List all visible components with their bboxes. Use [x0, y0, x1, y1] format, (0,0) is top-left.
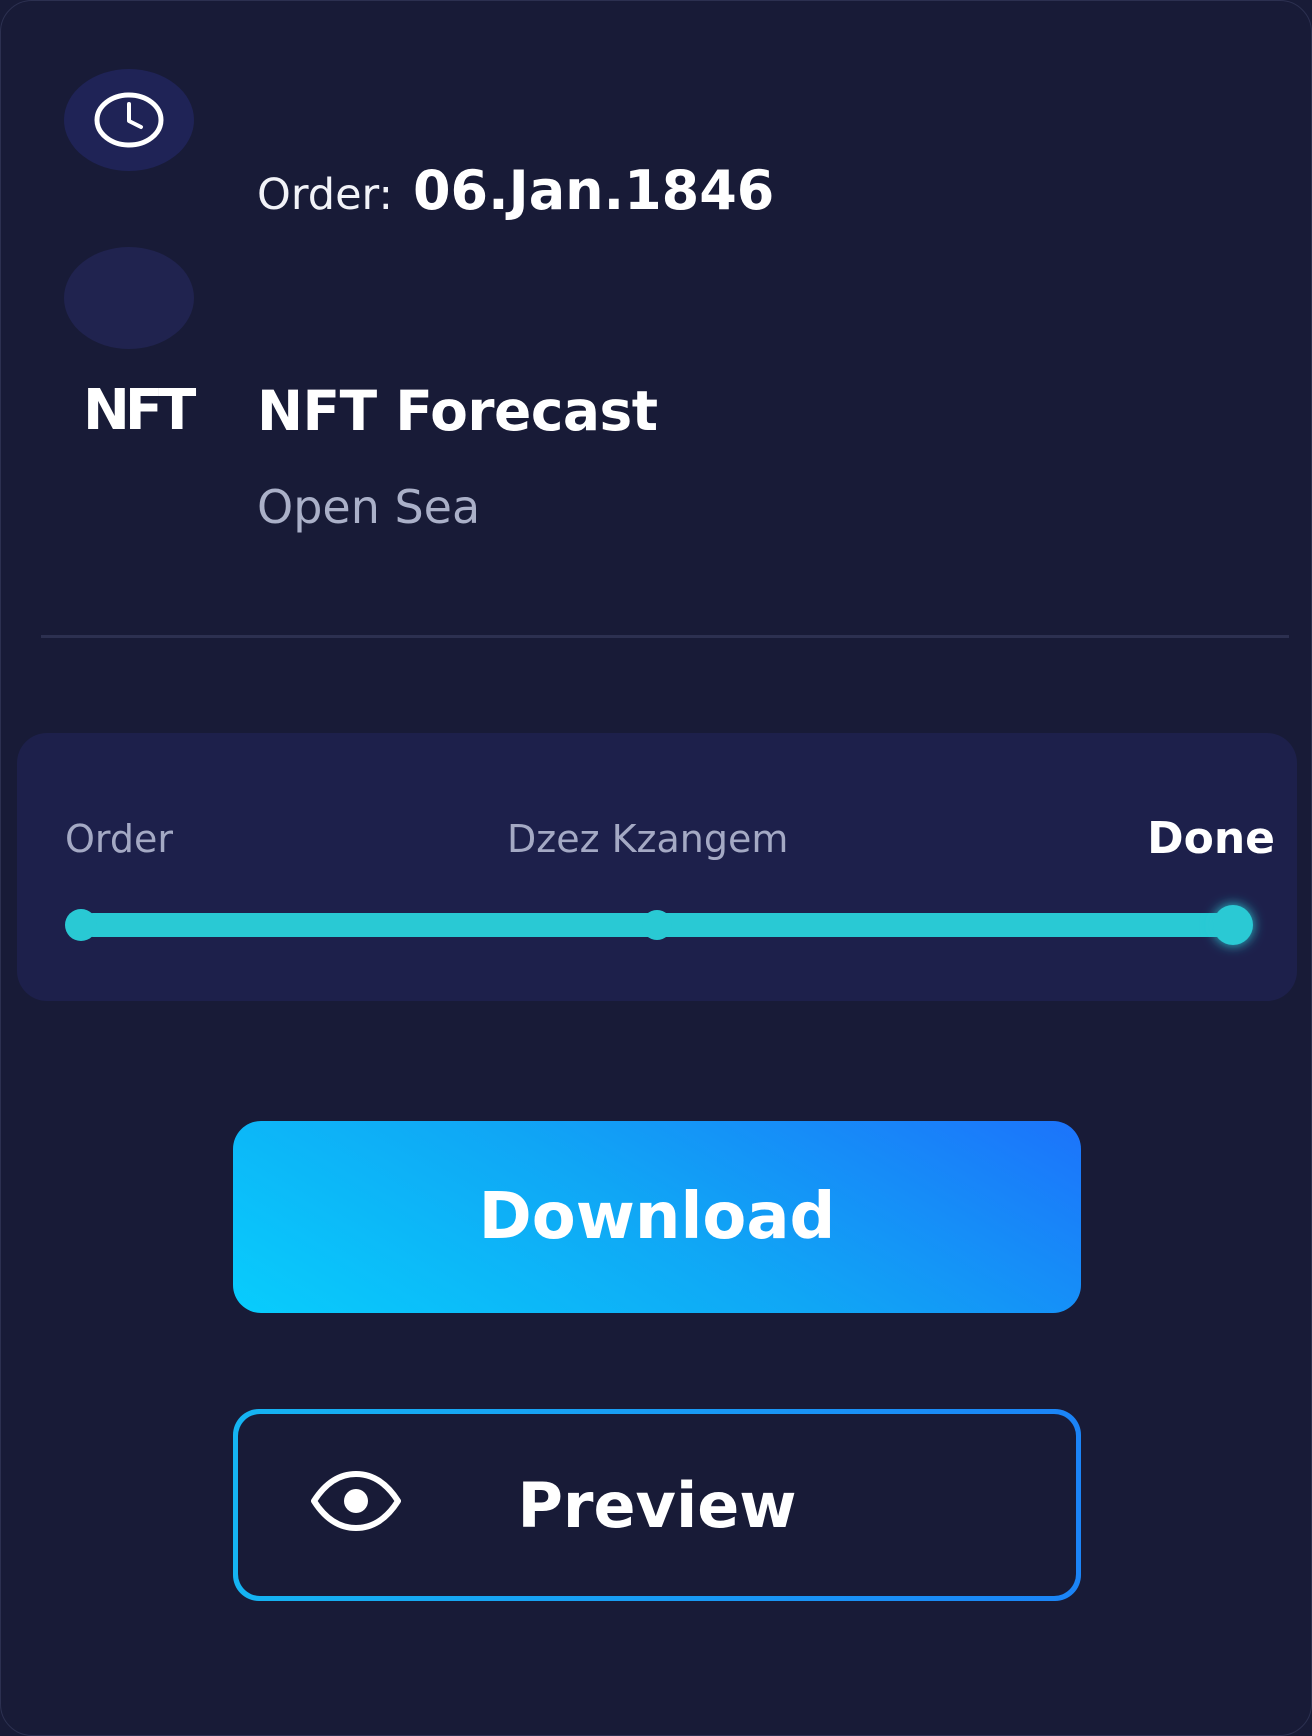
- order-date: 06.Jan.1846: [412, 159, 775, 222]
- clock-icon-circle: [64, 69, 194, 171]
- progress-node-middle: [642, 910, 672, 940]
- divider: [41, 635, 1289, 638]
- progress-tracker: Order Dzez Kzangem Done: [17, 733, 1297, 1001]
- preview-label: Preview: [517, 1468, 797, 1542]
- progress-node-done: [1213, 905, 1253, 945]
- order-label: Order:: [257, 170, 393, 220]
- order-date-row: Order: 06.Jan.1846: [257, 159, 774, 222]
- marketplace-name: Open Sea: [257, 480, 481, 534]
- progress-node-order: [65, 909, 97, 941]
- progress-bar: [65, 905, 1253, 945]
- nft-logo: NFT: [83, 378, 196, 443]
- avatar-placeholder: [64, 247, 194, 349]
- preview-button[interactable]: Preview: [233, 1409, 1081, 1601]
- order-card: Order: 06.Jan.1846 NFT NFT Forecast Open…: [0, 0, 1312, 1736]
- preview-button-body: Preview: [238, 1414, 1076, 1596]
- collection-name: NFT Forecast: [257, 379, 658, 443]
- clock-icon: [94, 92, 164, 148]
- download-button[interactable]: Download: [233, 1121, 1081, 1313]
